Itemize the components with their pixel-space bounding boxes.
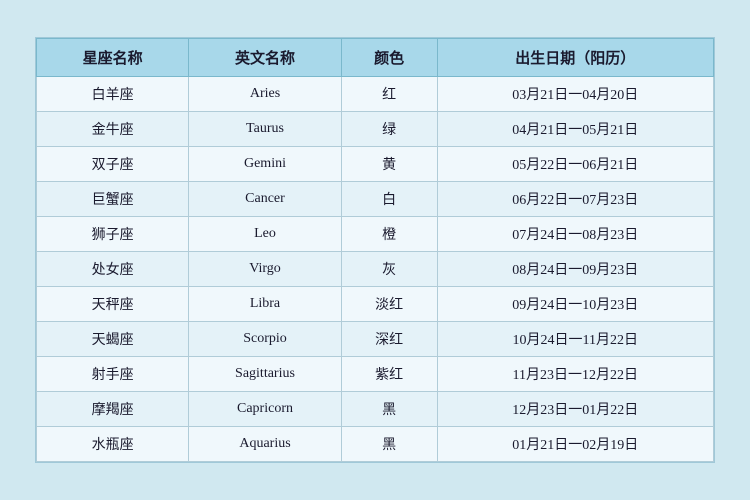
table-row: 水瓶座Aquarius黑01月21日一02月19日 bbox=[37, 427, 714, 462]
zodiac-table: 星座名称 英文名称 颜色 出生日期（阳历） 白羊座Aries红03月21日一04… bbox=[36, 38, 714, 462]
zodiac-table-container: 星座名称 英文名称 颜色 出生日期（阳历） 白羊座Aries红03月21日一04… bbox=[35, 37, 715, 463]
cell-dates: 05月22日一06月21日 bbox=[437, 147, 713, 182]
cell-chinese-name: 巨蟹座 bbox=[37, 182, 189, 217]
cell-dates: 07月24日一08月23日 bbox=[437, 217, 713, 252]
cell-color: 绿 bbox=[341, 112, 437, 147]
cell-chinese-name: 摩羯座 bbox=[37, 392, 189, 427]
table-row: 狮子座Leo橙07月24日一08月23日 bbox=[37, 217, 714, 252]
cell-color: 灰 bbox=[341, 252, 437, 287]
header-dates: 出生日期（阳历） bbox=[437, 39, 713, 77]
header-chinese-name: 星座名称 bbox=[37, 39, 189, 77]
cell-chinese-name: 天秤座 bbox=[37, 287, 189, 322]
cell-chinese-name: 双子座 bbox=[37, 147, 189, 182]
cell-english-name: Cancer bbox=[189, 182, 341, 217]
cell-dates: 09月24日一10月23日 bbox=[437, 287, 713, 322]
cell-color: 黄 bbox=[341, 147, 437, 182]
table-row: 摩羯座Capricorn黑12月23日一01月22日 bbox=[37, 392, 714, 427]
cell-chinese-name: 射手座 bbox=[37, 357, 189, 392]
header-color: 颜色 bbox=[341, 39, 437, 77]
table-row: 双子座Gemini黄05月22日一06月21日 bbox=[37, 147, 714, 182]
table-body: 白羊座Aries红03月21日一04月20日金牛座Taurus绿04月21日一0… bbox=[37, 77, 714, 462]
table-row: 射手座Sagittarius紫红11月23日一12月22日 bbox=[37, 357, 714, 392]
header-english-name: 英文名称 bbox=[189, 39, 341, 77]
table-row: 金牛座Taurus绿04月21日一05月21日 bbox=[37, 112, 714, 147]
cell-color: 白 bbox=[341, 182, 437, 217]
table-row: 处女座Virgo灰08月24日一09月23日 bbox=[37, 252, 714, 287]
cell-chinese-name: 天蝎座 bbox=[37, 322, 189, 357]
cell-dates: 06月22日一07月23日 bbox=[437, 182, 713, 217]
cell-dates: 01月21日一02月19日 bbox=[437, 427, 713, 462]
table-row: 天蝎座Scorpio深红10月24日一11月22日 bbox=[37, 322, 714, 357]
cell-chinese-name: 处女座 bbox=[37, 252, 189, 287]
cell-dates: 10月24日一11月22日 bbox=[437, 322, 713, 357]
table-header-row: 星座名称 英文名称 颜色 出生日期（阳历） bbox=[37, 39, 714, 77]
cell-chinese-name: 水瓶座 bbox=[37, 427, 189, 462]
cell-english-name: Scorpio bbox=[189, 322, 341, 357]
cell-color: 深红 bbox=[341, 322, 437, 357]
cell-english-name: Sagittarius bbox=[189, 357, 341, 392]
cell-color: 黑 bbox=[341, 427, 437, 462]
cell-english-name: Virgo bbox=[189, 252, 341, 287]
cell-dates: 03月21日一04月20日 bbox=[437, 77, 713, 112]
cell-chinese-name: 金牛座 bbox=[37, 112, 189, 147]
cell-chinese-name: 白羊座 bbox=[37, 77, 189, 112]
cell-dates: 12月23日一01月22日 bbox=[437, 392, 713, 427]
table-row: 天秤座Libra淡红09月24日一10月23日 bbox=[37, 287, 714, 322]
cell-english-name: Libra bbox=[189, 287, 341, 322]
cell-dates: 11月23日一12月22日 bbox=[437, 357, 713, 392]
cell-color: 紫红 bbox=[341, 357, 437, 392]
cell-english-name: Capricorn bbox=[189, 392, 341, 427]
cell-english-name: Taurus bbox=[189, 112, 341, 147]
cell-chinese-name: 狮子座 bbox=[37, 217, 189, 252]
cell-english-name: Aries bbox=[189, 77, 341, 112]
cell-english-name: Aquarius bbox=[189, 427, 341, 462]
table-row: 巨蟹座Cancer白06月22日一07月23日 bbox=[37, 182, 714, 217]
cell-dates: 08月24日一09月23日 bbox=[437, 252, 713, 287]
cell-dates: 04月21日一05月21日 bbox=[437, 112, 713, 147]
cell-color: 红 bbox=[341, 77, 437, 112]
cell-color: 橙 bbox=[341, 217, 437, 252]
table-row: 白羊座Aries红03月21日一04月20日 bbox=[37, 77, 714, 112]
cell-english-name: Leo bbox=[189, 217, 341, 252]
cell-color: 黑 bbox=[341, 392, 437, 427]
cell-english-name: Gemini bbox=[189, 147, 341, 182]
cell-color: 淡红 bbox=[341, 287, 437, 322]
